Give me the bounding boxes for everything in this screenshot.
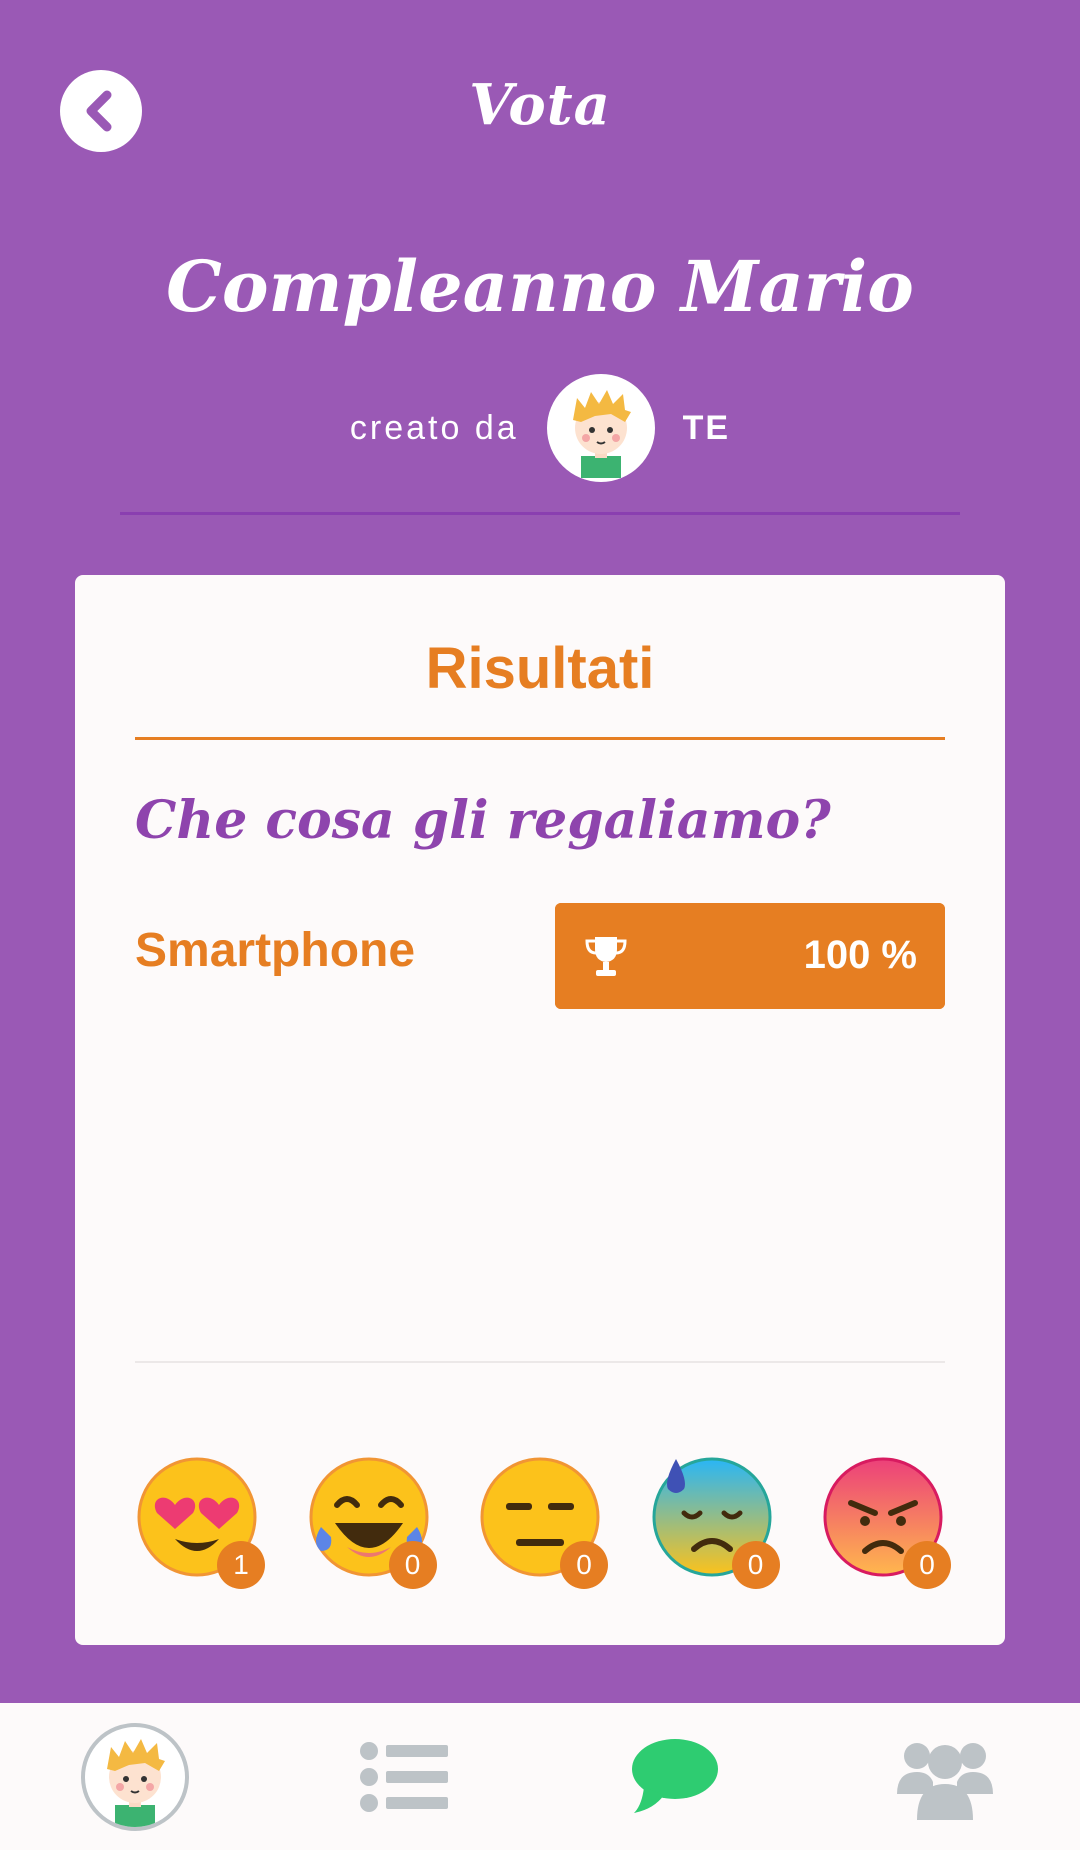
nav-group[interactable] [885,1717,1005,1837]
nav-list[interactable] [345,1717,465,1837]
option-label: Smartphone [135,924,416,977]
avatar-icon [572,390,631,478]
chat-icon [632,1738,718,1813]
reaction-count: 0 [388,1541,437,1589]
header: Vota [0,0,1080,200]
reaction-count: 0 [903,1541,951,1589]
results-card: Risultati Che cosa gli regaliamo? Smartp… [75,575,1005,1645]
bottom-nav [0,1703,1080,1850]
reaction-heart-eyes[interactable]: 1 [135,1455,265,1589]
reaction-angry[interactable]: 0 [821,1455,951,1589]
nav-profile[interactable] [75,1717,195,1837]
reaction-count: 0 [731,1541,780,1589]
nav-chat[interactable] [615,1717,735,1837]
header-divider [120,512,960,515]
creator-name: TE [682,408,731,447]
title-divider [135,737,945,740]
result-bar: 100 % [555,903,945,1009]
group-icon [897,1742,993,1820]
list-icon [360,1741,448,1812]
creator-row: creato da TE [0,372,1080,484]
results-title: Risultati [425,636,655,701]
creator-label: creato da [349,408,519,447]
event-title: Compleanno Mario [166,245,914,328]
profile-avatar-icon [81,1722,189,1831]
creator-avatar[interactable] [546,374,655,482]
reaction-count: 1 [217,1541,265,1589]
reactions-divider [135,1361,945,1363]
page-title: Vota [469,72,611,138]
reaction-cold-sweat[interactable]: 0 [650,1455,780,1589]
poll-question: Che cosa gli regaliamo? [135,790,831,851]
reactions-row: 1 0 0 0 0 [135,1455,951,1595]
trophy-icon [585,937,627,976]
reaction-expressionless[interactable]: 0 [478,1455,608,1589]
reaction-count: 0 [560,1541,608,1589]
reaction-tears-of-joy[interactable]: 0 [307,1455,437,1589]
result-percent: 100 % [803,933,917,977]
